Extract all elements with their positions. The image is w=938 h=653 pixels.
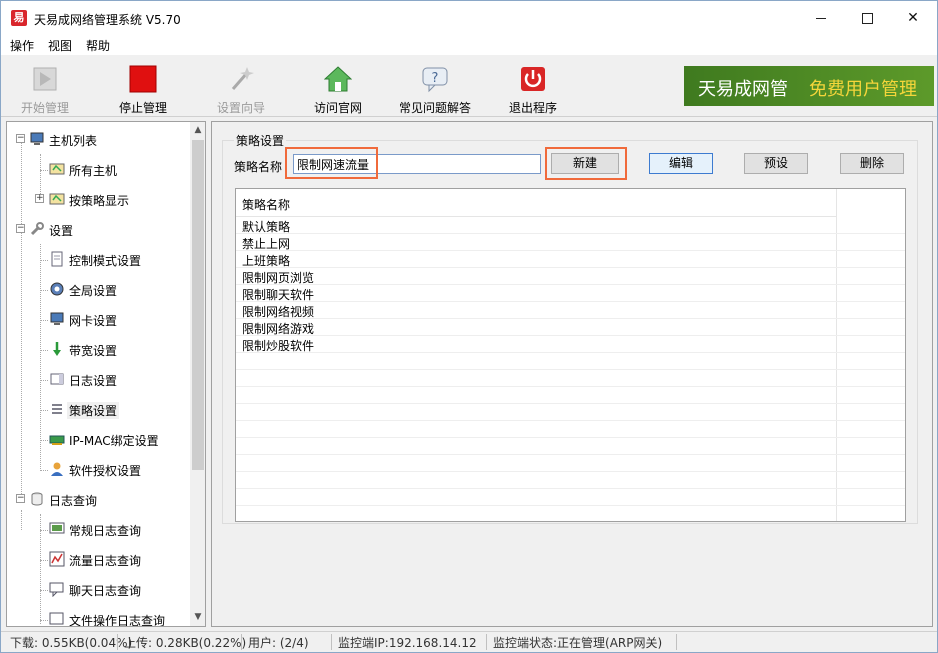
faq-label: 常见问题解答 <box>398 101 471 115</box>
network-icon <box>49 163 65 175</box>
tree-scrollbar[interactable]: ▲ ▼ <box>190 122 205 626</box>
document-icon <box>51 251 63 267</box>
setup-wizard-button[interactable]: 设置向导 <box>201 59 281 115</box>
status-monitor-state: 监控端状态:正在管理(ARP网关) <box>493 636 663 650</box>
monitor-icon <box>50 312 64 325</box>
empty-row <box>236 472 905 489</box>
faq-button[interactable]: ? 常见问题解答 <box>395 59 475 115</box>
setup-wizard-label: 设置向导 <box>216 101 265 115</box>
list-header[interactable]: 策略名称 <box>236 189 836 217</box>
banner-brand: 天易成网管 <box>698 79 788 100</box>
list-item[interactable]: 限制网络视频 <box>236 302 905 319</box>
stop-manage-button[interactable]: 停止管理 <box>103 59 183 115</box>
navigation-tree[interactable]: − 主机列表 所有主机 + 按策略显示 − 设置 控制模式设置 全局设置 网卡设… <box>6 121 206 627</box>
menu-operate[interactable]: 操作 <box>10 37 34 54</box>
svg-text:?: ? <box>432 71 439 86</box>
empty-row <box>236 353 905 370</box>
exit-button[interactable]: 退出程序 <box>493 59 573 115</box>
new-button-highlight-box <box>545 147 627 180</box>
list-item[interactable]: 限制炒股软件 <box>236 336 905 353</box>
scroll-up-icon[interactable]: ▲ <box>190 122 205 139</box>
list-item[interactable]: 上班策略 <box>236 251 905 268</box>
list-item[interactable]: 默认策略 <box>236 217 905 234</box>
brand-banner[interactable]: 天易成网管 免费用户管理 <box>684 66 934 106</box>
start-manage-button[interactable]: 开始管理 <box>5 59 85 115</box>
delete-button[interactable]: 删除 <box>840 153 904 174</box>
edit-button[interactable]: 编辑 <box>649 153 713 174</box>
column-header-policy-name[interactable]: 策略名称 <box>242 196 290 213</box>
stop-manage-label: 停止管理 <box>118 101 167 115</box>
chat-icon <box>49 582 64 597</box>
user-icon <box>51 462 63 476</box>
empty-row <box>236 438 905 455</box>
app-icon: 易 <box>11 10 27 26</box>
menu-help[interactable]: 帮助 <box>86 37 110 54</box>
collapse-icon[interactable]: − <box>16 224 25 233</box>
empty-row <box>236 370 905 387</box>
empty-row <box>236 387 905 404</box>
list-item[interactable]: 禁止上网 <box>236 234 905 251</box>
toolbar: 开始管理 停止管理 设置向导 访问官网 ? 常见问题解答 退出程序 天易成网管 … <box>1 55 937 117</box>
empty-row <box>236 421 905 438</box>
chart-icon <box>49 551 65 567</box>
window-title: 天易成网络管理系统 V5.70 <box>34 13 181 27</box>
close-button[interactable]: ✕ <box>890 1 936 35</box>
collapse-icon[interactable]: − <box>16 134 25 143</box>
status-users: 用户: (2/4) <box>248 636 309 650</box>
wand-icon <box>231 67 254 90</box>
start-manage-label: 开始管理 <box>20 101 69 115</box>
visit-website-label: 访问官网 <box>313 101 362 115</box>
empty-row <box>236 489 905 506</box>
minimize-button[interactable] <box>798 1 844 35</box>
menu-bar: 操作 视图 帮助 <box>1 35 937 55</box>
policy-list[interactable]: 策略名称 默认策略 禁止上网 上班策略 限制网页浏览 限制聊天软件 限制网络视频… <box>235 188 906 522</box>
status-bar: 下载: 0.55KB(0.04%) 上传: 0.28KB(0.22%) 用户: … <box>1 631 937 652</box>
maximize-button[interactable] <box>844 1 890 35</box>
screen-log-icon <box>49 522 65 534</box>
list-icon <box>52 404 62 414</box>
question-bubble-icon: ? <box>422 67 448 93</box>
preset-button[interactable]: 预设 <box>744 153 808 174</box>
menu-view[interactable]: 视图 <box>48 37 72 54</box>
policy-panel: 策略设置 策略名称 新建 编辑 预设 删除 策略名称 默认策略 禁止上网 上班策… <box>211 121 933 627</box>
wrench-icon <box>30 222 44 236</box>
status-upload: 上传: 0.28KB(0.22%) <box>124 636 247 650</box>
gear-icon <box>50 282 64 296</box>
exit-label: 退出程序 <box>508 101 557 115</box>
computer-icon <box>30 132 44 145</box>
scroll-thumb[interactable] <box>192 140 204 470</box>
list-item[interactable]: 限制网络游戏 <box>236 319 905 336</box>
banner-slogan: 免费用户管理 <box>809 79 917 100</box>
list-item[interactable]: 限制网页浏览 <box>236 268 905 285</box>
list-item[interactable]: 限制聊天软件 <box>236 285 905 302</box>
network-icon <box>49 193 65 205</box>
home-icon <box>324 66 352 92</box>
log-icon <box>50 373 64 385</box>
expand-icon[interactable]: + <box>35 194 44 203</box>
visit-website-button[interactable]: 访问官网 <box>298 59 378 115</box>
power-icon <box>521 67 545 91</box>
file-icon <box>49 612 64 625</box>
stop-icon <box>129 65 157 93</box>
status-monitor-ip: 监控端IP:192.168.14.12 <box>338 636 477 650</box>
start-icon <box>33 67 57 91</box>
policy-name-label: 策略名称 <box>234 160 283 174</box>
collapse-icon[interactable]: − <box>16 494 25 503</box>
empty-row <box>236 404 905 421</box>
main-window: 易 天易成网络管理系统 V5.70 ✕ 操作 视图 帮助 开始管理 停止管理 设… <box>0 0 938 653</box>
title-bar: 易 天易成网络管理系统 V5.70 ✕ <box>1 1 937 35</box>
empty-row <box>236 455 905 472</box>
database-icon <box>31 492 43 506</box>
group-title: 策略设置 <box>234 132 287 149</box>
input-highlight-box <box>285 147 378 179</box>
down-arrow-icon <box>53 342 61 356</box>
status-download: 下载: 0.55KB(0.04%) <box>10 636 133 650</box>
network-card-icon <box>49 435 65 445</box>
scroll-down-icon[interactable]: ▼ <box>190 609 205 626</box>
